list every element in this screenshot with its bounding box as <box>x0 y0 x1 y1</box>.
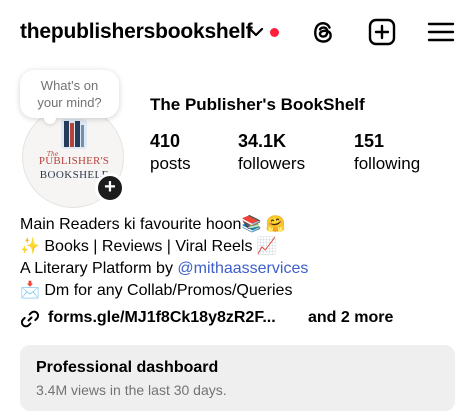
bio-line-3-prefix: A Literary Platform by <box>20 260 178 277</box>
posts-count: 410 <box>150 131 181 151</box>
bio-line-3: A Literary Platform by @mithaasservices <box>20 258 460 280</box>
link-url[interactable]: forms.gle/MJ1f8Ck18y8zR2F... <box>48 309 276 327</box>
followers-label: followers <box>238 154 306 173</box>
more-links[interactable]: and 2 more <box>308 309 393 327</box>
dashboard-title: Professional dashboard <box>36 359 219 376</box>
following-stat[interactable]: 151 following <box>354 130 420 175</box>
link-icon <box>20 310 40 328</box>
username-switcher[interactable]: thepublishersbookshelf <box>20 20 253 44</box>
logo-text-publishers: PUBLISHER'S <box>38 155 110 167</box>
notification-dot <box>270 28 279 37</box>
followers-count: 34.1K <box>238 131 287 151</box>
following-label: following <box>354 154 421 173</box>
bio-line-1: Main Readers ki favourite hoon📚 🤗 <box>20 216 286 233</box>
note-bubble[interactable]: What's on your mind? <box>20 70 119 124</box>
bio: Main Readers ki favourite hoon📚 🤗 ✨ Book… <box>20 214 460 302</box>
mention-link[interactable]: @mithaasservices <box>177 260 308 277</box>
posts-label: posts <box>150 154 191 173</box>
threads-icon[interactable] <box>308 17 338 47</box>
chevron-down-icon[interactable] <box>248 26 264 38</box>
note-line-1: What's on <box>40 78 99 93</box>
following-count: 151 <box>354 131 385 151</box>
note-line-2: your mind? <box>37 95 102 110</box>
display-name: The Publisher's BookShelf <box>150 95 365 114</box>
bio-line-4: 📩 Dm for any Collab/Promos/Queries <box>20 282 293 299</box>
create-icon[interactable] <box>367 17 397 47</box>
menu-icon[interactable] <box>426 17 456 47</box>
bio-line-2: ✨ Books | Reviews | Viral Reels 📈 <box>20 238 277 255</box>
top-bar: thepublishersbookshelf <box>0 0 474 64</box>
followers-stat[interactable]: 34.1K followers <box>238 130 305 175</box>
add-story-button[interactable]: + <box>95 173 125 203</box>
professional-dashboard[interactable]: Professional dashboard 3.4M views in the… <box>20 345 455 411</box>
posts-stat[interactable]: 410 posts <box>150 130 191 175</box>
dashboard-subtitle: 3.4M views in the last 30 days. <box>36 382 227 398</box>
